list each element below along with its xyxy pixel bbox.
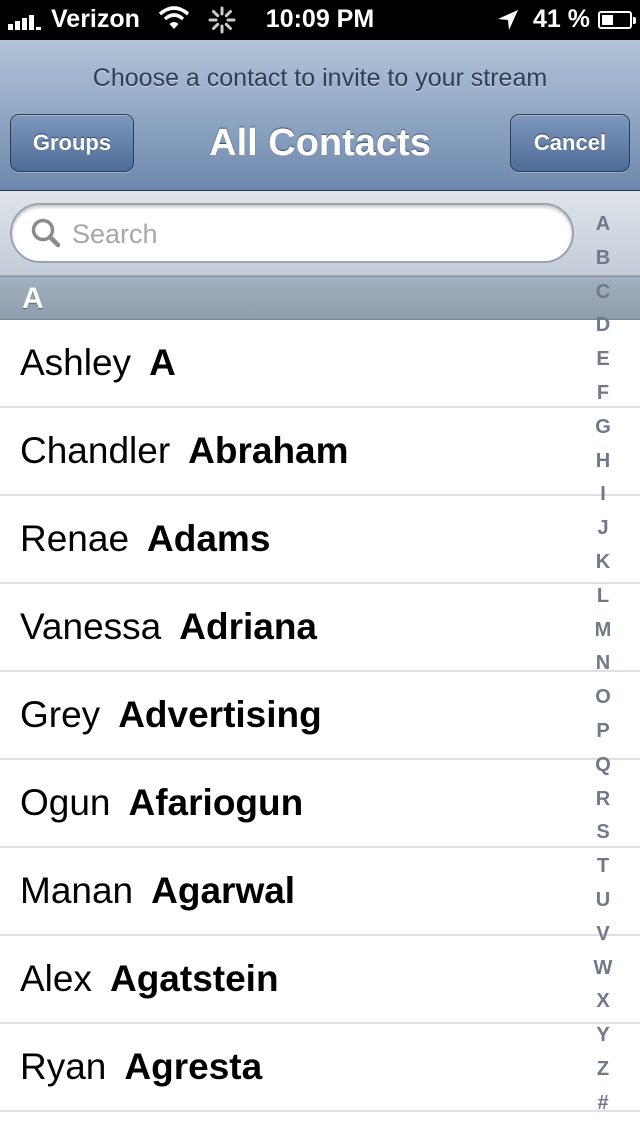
contact-last-name: Agatstein — [109, 958, 279, 999]
index-letter-b[interactable]: B — [596, 242, 610, 276]
index-letter-x[interactable]: X — [596, 985, 609, 1019]
index-letter-j[interactable]: J — [597, 512, 608, 546]
search-bar — [0, 191, 640, 276]
index-letter-i[interactable]: I — [600, 478, 606, 512]
index-letter-h[interactable]: H — [596, 445, 610, 479]
contact-row[interactable]: Renae Adams — [0, 496, 640, 584]
contact-last-name: Agresta — [124, 1046, 263, 1087]
contact-last-name: A — [149, 342, 176, 383]
index-letter-q[interactable]: Q — [595, 749, 611, 783]
index-letter-hash[interactable]: # — [597, 1087, 608, 1121]
index-letter-r[interactable]: R — [596, 783, 610, 817]
contact-first-name: Vanessa — [20, 606, 162, 647]
search-icon — [31, 218, 61, 248]
contact-last-name: Agarwal — [151, 870, 296, 911]
index-letter-o[interactable]: O — [595, 681, 611, 715]
index-letter-f[interactable]: F — [597, 377, 609, 411]
index-letter-y[interactable]: Y — [596, 1019, 609, 1053]
contact-first-name: Alex — [20, 958, 92, 999]
contact-last-name: Advertising — [118, 694, 322, 735]
nav-prompt: Choose a contact to invite to your strea… — [92, 64, 548, 92]
contact-last-name: Adams — [147, 518, 271, 559]
contact-row[interactable]: Ryan Agresta — [0, 1024, 640, 1112]
contact-last-name: Adriana — [179, 606, 318, 647]
index-letter-e[interactable]: E — [596, 343, 609, 377]
index-letter-g[interactable]: G — [595, 411, 611, 445]
index-letter-a[interactable]: A — [596, 208, 610, 242]
alphabet-index[interactable]: A B C D E F G H I J K L M N O P Q R S T … — [590, 208, 616, 1121]
index-letter-z[interactable]: Z — [597, 1053, 609, 1087]
location-arrow-icon — [498, 9, 519, 30]
contact-row[interactable]: Ogun Afariogun — [0, 760, 640, 848]
contact-list: Ashley A Chandler Abraham Renae Adams Va… — [0, 320, 640, 1112]
contact-first-name: Chandler — [20, 430, 171, 471]
search-input[interactable] — [70, 215, 554, 253]
contact-first-name: Renae — [20, 518, 130, 559]
status-bar: Verizon 10:09 PM 41 % — [0, 0, 640, 40]
index-letter-w[interactable]: W — [594, 952, 613, 986]
contact-row[interactable]: Manan Agarwal — [0, 848, 640, 936]
index-letter-d[interactable]: D — [596, 309, 610, 343]
search-field[interactable] — [10, 203, 574, 263]
index-letter-s[interactable]: S — [596, 816, 609, 850]
contact-row[interactable]: Alex Agatstein — [0, 936, 640, 1024]
contact-row[interactable]: Vanessa Adriana — [0, 584, 640, 672]
status-right: 41 % — [497, 5, 636, 34]
contact-row[interactable]: Grey Advertising — [0, 672, 640, 760]
contact-last-name: Afariogun — [128, 782, 304, 823]
battery-icon — [598, 10, 636, 29]
contact-row[interactable]: Chandler Abraham — [0, 408, 640, 496]
navigation-bar: Choose a contact to invite to your strea… — [0, 40, 640, 191]
index-letter-m[interactable]: M — [595, 614, 612, 648]
contact-first-name: Ryan — [20, 1046, 107, 1087]
contact-first-name: Grey — [20, 694, 101, 735]
contact-last-name: Abraham — [188, 430, 349, 471]
index-letter-l[interactable]: L — [597, 580, 609, 614]
contact-first-name: Ashley — [20, 342, 132, 383]
index-letter-t[interactable]: T — [597, 850, 609, 884]
index-letter-k[interactable]: K — [596, 546, 610, 580]
index-letter-v[interactable]: V — [596, 918, 609, 952]
section-header: A — [0, 276, 640, 320]
contact-first-name: Ogun — [20, 782, 111, 823]
contact-first-name: Manan — [20, 870, 134, 911]
battery-percentage: 41 % — [533, 5, 590, 33]
index-letter-n[interactable]: N — [596, 647, 610, 681]
index-letter-u[interactable]: U — [596, 884, 610, 918]
contact-row[interactable]: Ashley A — [0, 320, 640, 408]
index-letter-c[interactable]: C — [596, 276, 610, 310]
index-letter-p[interactable]: P — [596, 715, 609, 749]
cancel-button[interactable]: Cancel — [510, 114, 630, 172]
section-header-label: A — [22, 282, 44, 315]
